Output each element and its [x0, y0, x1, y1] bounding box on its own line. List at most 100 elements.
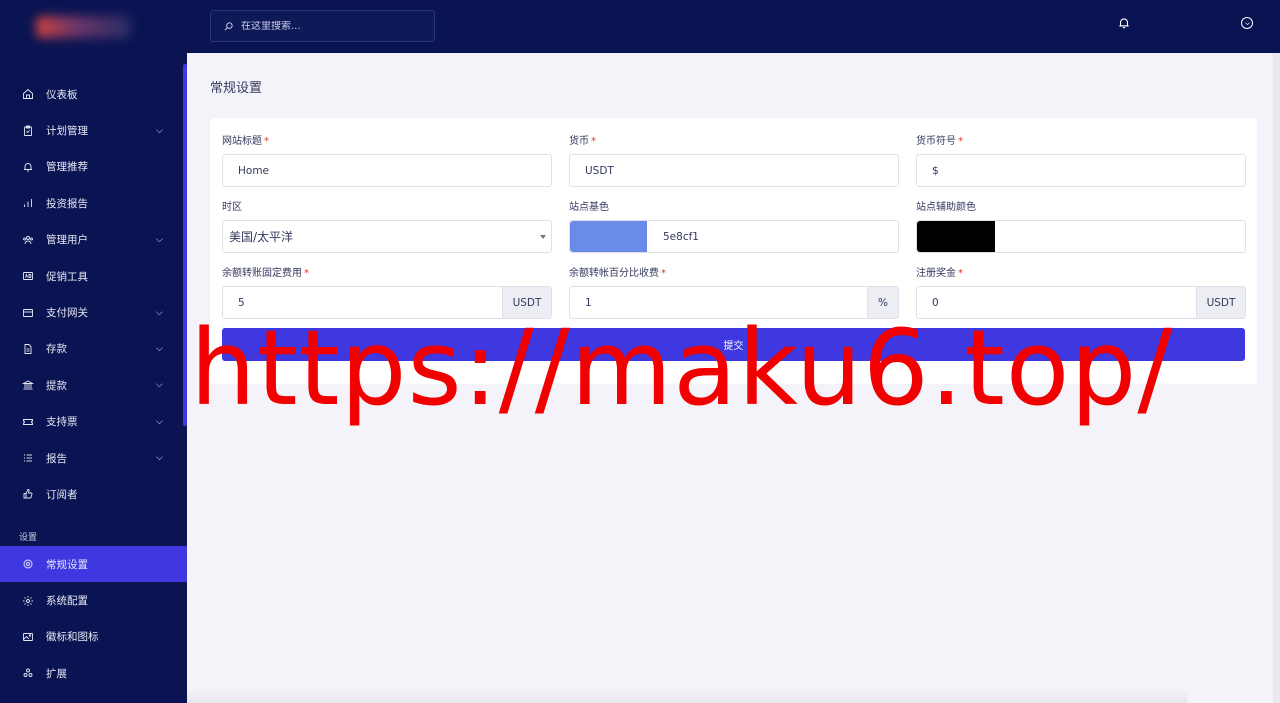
sidebar-item-label: 提款: [46, 379, 67, 392]
secondary-color-field: 站点辅助颜色: [916, 198, 1246, 253]
sidebar-item-label: 扩展: [46, 667, 67, 680]
sidebar-item-users[interactable]: 管理用户 ⌵: [0, 222, 183, 258]
required-mark: *: [661, 268, 666, 279]
thumbs-up-icon: [21, 487, 35, 501]
sidebar-item-referrals[interactable]: 管理推荐: [0, 149, 183, 185]
fixed-fee-field: 余额转账固定费用 * 5 USDT: [222, 264, 552, 319]
chevron-down-icon: ⌵: [156, 307, 163, 318]
watermark-text: https://maku6.top/: [190, 307, 1174, 429]
timezone-select-value: 美国/太平洋: [229, 230, 294, 244]
sidebar-item-dashboard[interactable]: 仪表板: [0, 76, 183, 112]
user-menu-toggle[interactable]: [1241, 17, 1253, 29]
secondary-color-label: 站点辅助颜色: [916, 202, 976, 213]
gear-icon: [21, 594, 35, 608]
sidebar-item-label: 仪表板: [46, 88, 78, 101]
sidebar-item-deposits[interactable]: 存款 ⌵: [0, 331, 183, 367]
users-icon: [21, 233, 35, 247]
sidebar-item-payment-gateways[interactable]: 支付网关 ⌵: [0, 294, 183, 330]
sidebar-item-label: 支持票: [46, 416, 78, 429]
base-color-swatch[interactable]: [570, 221, 647, 252]
required-mark: *: [958, 136, 963, 147]
base-color-label: 站点基色: [569, 202, 609, 213]
image-icon: [21, 630, 35, 644]
sidebar-item-plans[interactable]: 计划管理 ⌵: [0, 112, 183, 148]
sidebar-item-promo-tools[interactable]: 促销工具: [0, 258, 183, 294]
signup-bonus-field: 注册奖金 * 0 USDT: [916, 264, 1246, 319]
percent-fee-label: 余额转帐百分比收费 *: [569, 264, 899, 279]
fixed-fee-label-text: 余额转账固定费用: [222, 268, 302, 279]
secondary-color-swatch[interactable]: [917, 221, 995, 252]
sidebar-item-label: 管理用户: [46, 234, 88, 247]
page-title: 常规设置: [210, 81, 263, 96]
sidebar-item-system-config[interactable]: 系统配置: [0, 582, 187, 618]
currency-label-text: 货币: [569, 136, 589, 147]
bell-icon: [21, 160, 35, 174]
site-title-input[interactable]: Home: [222, 154, 552, 187]
sidebar-item-label: 存款: [46, 343, 67, 356]
puzzle-icon: [21, 666, 35, 680]
page-scrollbar[interactable]: [1273, 53, 1280, 703]
sidebar-item-label: 徽标和图标: [46, 631, 99, 644]
sidebar-section-title: 设置: [19, 533, 38, 543]
sidebar-item-reports[interactable]: 报告 ⌵: [0, 440, 183, 476]
chevron-down-icon: ⌵: [156, 416, 163, 427]
currency-symbol-input[interactable]: $: [916, 154, 1246, 187]
file-invoice-icon: [21, 342, 35, 356]
search-box[interactable]: [210, 10, 435, 42]
chevron-down-icon: ⌵: [156, 380, 163, 391]
timezone-label: 时区: [222, 202, 242, 213]
list-icon: [21, 451, 35, 465]
percent-fee-field: 余额转帐百分比收费 * 1 %: [569, 264, 899, 319]
sidebar-item-logo-favicon[interactable]: 徽标和图标: [0, 619, 187, 655]
chevron-down-icon: ⌵: [156, 453, 163, 464]
clipboard-icon: [21, 124, 35, 138]
brand[interactable]: [0, 0, 187, 53]
sidebar-item-general-settings[interactable]: 常规设置: [0, 546, 187, 583]
sidebar-item-extensions[interactable]: 扩展: [0, 655, 187, 691]
sidebar-item-label: 报告: [46, 452, 67, 465]
home-icon: [21, 87, 35, 101]
credit-card-icon: [21, 306, 35, 320]
timezone-field: 时区 美国/太平洋: [222, 198, 552, 253]
sidebar-nav: 仪表板 计划管理 ⌵ 管理推荐 投资报告 管理用户 ⌵ 促销工具 支付网关 ⌵: [0, 76, 183, 513]
fixed-fee-label: 余额转账固定费用 *: [222, 264, 552, 279]
required-mark: *: [264, 136, 269, 147]
sidebar-scrollbar[interactable]: [183, 64, 187, 426]
sidebar: 仪表板 计划管理 ⌵ 管理推荐 投资报告 管理用户 ⌵ 促销工具 支付网关 ⌵: [0, 0, 187, 703]
currency-symbol-label: 货币符号 *: [916, 132, 1246, 147]
bottom-shadow: [187, 690, 1187, 703]
sidebar-item-withdrawals[interactable]: 提款 ⌵: [0, 367, 183, 403]
signup-bonus-addon: USDT: [1197, 286, 1246, 319]
sidebar-item-label: 常规设置: [46, 558, 88, 571]
currency-symbol-label-text: 货币符号: [916, 136, 956, 147]
base-color-field: 站点基色 5e8cf1: [569, 198, 899, 253]
topbar: [187, 0, 1280, 53]
currency-label: 货币 *: [569, 132, 899, 147]
signup-bonus-label: 注册奖金 *: [916, 264, 1246, 279]
sidebar-item-support-tickets[interactable]: 支持票 ⌵: [0, 404, 183, 440]
ticket-icon: [21, 415, 35, 429]
site-title-field: 网站标题 * Home: [222, 132, 552, 187]
sidebar-item-investment-report[interactable]: 投资报告: [0, 185, 183, 221]
timezone-select[interactable]: 美国/太平洋: [222, 220, 552, 253]
sidebar-item-label: 系统配置: [46, 595, 88, 608]
search-input[interactable]: [241, 20, 421, 32]
site-title-label: 网站标题 *: [222, 132, 552, 147]
ad-icon: [21, 269, 35, 283]
percent-fee-label-text: 余额转帐百分比收费: [569, 268, 659, 279]
sidebar-settings-nav: 常规设置 系统配置 徽标和图标 扩展: [0, 546, 187, 692]
bar-chart-icon: [21, 196, 35, 210]
notification-bell[interactable]: [1117, 15, 1133, 31]
required-mark: *: [958, 268, 963, 279]
required-mark: *: [304, 268, 309, 279]
site-title-label-text: 网站标题: [222, 136, 262, 147]
sidebar-item-subscribers[interactable]: 订阅者: [0, 476, 183, 512]
chevron-down-icon: ⌵: [156, 125, 163, 136]
sidebar-item-label: 支付网关: [46, 307, 88, 320]
required-mark: *: [591, 136, 596, 147]
bell-icon: [1119, 18, 1129, 29]
sidebar-item-label: 投资报告: [46, 197, 88, 210]
sidebar-item-label: 订阅者: [46, 488, 78, 501]
currency-input[interactable]: USDT: [569, 154, 899, 187]
life-ring-icon: [21, 557, 35, 571]
